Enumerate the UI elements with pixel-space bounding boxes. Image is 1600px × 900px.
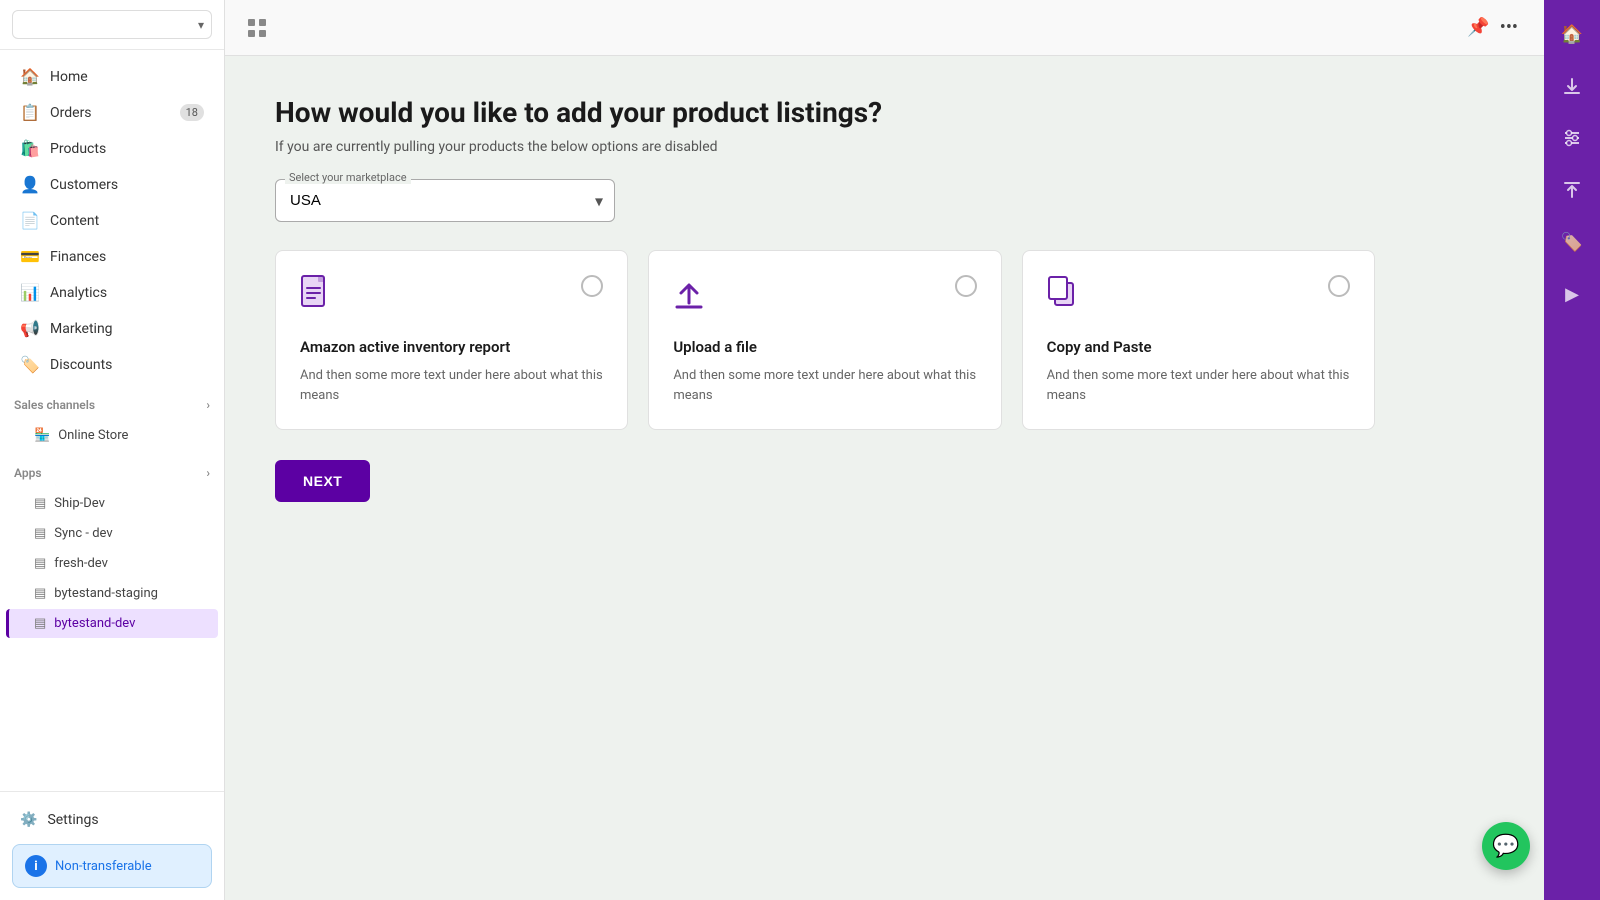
right-upload-icon[interactable] — [1550, 168, 1594, 212]
discounts-icon: 🏷️ — [20, 355, 40, 374]
nav-label-content: Content — [50, 213, 99, 229]
option-desc-upload-file: And then some more text under here about… — [673, 366, 976, 405]
right-play-icon[interactable]: ▶ — [1550, 272, 1594, 316]
right-tag-icon[interactable]: 🏷️ — [1550, 220, 1594, 264]
option-title-copy-paste: Copy and Paste — [1047, 338, 1350, 356]
radio-amazon-report[interactable] — [581, 275, 603, 297]
content-icon: 📄 — [20, 211, 40, 230]
nav-label-orders: Orders — [50, 105, 92, 121]
option-card-copy-paste[interactable]: Copy and Paste And then some more text u… — [1022, 250, 1375, 430]
app-icon-bytestand-dev: ▤ — [34, 616, 46, 631]
option-title-amazon-report: Amazon active inventory report — [300, 338, 603, 356]
sidebar-nav: 🏠 Home 📋 Orders 18 🛍️ Products 👤 Custome… — [0, 50, 224, 791]
nav-label-products: Products — [50, 141, 106, 157]
page-title: How would you like to add your product l… — [275, 96, 1494, 129]
sidebar-item-analytics[interactable]: 📊 Analytics — [6, 275, 218, 310]
sidebar-item-customers[interactable]: 👤 Customers — [6, 167, 218, 202]
app-icon-fresh-dev: ▤ — [34, 556, 46, 571]
more-button[interactable]: ••• — [1500, 17, 1518, 38]
app-item-bytestand-staging[interactable]: ▤ bytestand-staging — [6, 579, 218, 608]
option-icon-amazon-report — [300, 275, 332, 318]
main-area: 📌 ••• How would you like to add your pro… — [225, 0, 1544, 900]
right-sidebar: 🏠 🏷️ ▶ — [1544, 0, 1600, 900]
analytics-icon: 📊 — [20, 283, 40, 302]
page-subtitle: If you are currently pulling your produc… — [275, 139, 1494, 155]
nav-label-analytics: Analytics — [50, 285, 107, 301]
products-icon: 🛍️ — [20, 139, 40, 158]
options-grid: Amazon active inventory report And then … — [275, 250, 1375, 430]
option-desc-copy-paste: And then some more text under here about… — [1047, 366, 1350, 405]
finances-icon: 💳 — [20, 247, 40, 266]
sidebar-item-home[interactable]: 🏠 Home — [6, 59, 218, 94]
marketplace-label: Select your marketplace — [285, 171, 411, 184]
nav-label-marketing: Marketing — [50, 321, 113, 337]
top-bar-actions: 📌 ••• — [1467, 17, 1518, 38]
right-download-icon[interactable] — [1550, 64, 1594, 108]
orders-icon: 📋 — [20, 103, 40, 122]
sidebar-item-content[interactable]: 📄 Content — [6, 203, 218, 238]
home-icon: 🏠 — [20, 67, 40, 86]
sidebar-item-orders[interactable]: 📋 Orders 18 — [6, 95, 218, 130]
sidebar-item-products[interactable]: 🛍️ Products — [6, 131, 218, 166]
store-selector-container — [0, 0, 224, 50]
nav-label-finances: Finances — [50, 249, 106, 265]
nav-label-customers: Customers — [50, 177, 118, 193]
option-title-upload-file: Upload a file — [673, 338, 976, 356]
store-icon: 🏪 — [34, 428, 50, 443]
nav-label-home: Home — [50, 69, 88, 85]
option-desc-amazon-report: And then some more text under here about… — [300, 366, 603, 405]
apps-section-header[interactable]: Apps › — [0, 458, 224, 488]
option-card-upload-file[interactable]: Upload a file And then some more text un… — [648, 250, 1001, 430]
customers-icon: 👤 — [20, 175, 40, 194]
app-item-fresh-dev[interactable]: ▤ fresh-dev — [6, 549, 218, 578]
settings-icon: ⚙️ — [20, 812, 37, 828]
right-sliders-icon[interactable] — [1550, 116, 1594, 160]
app-icon-bytestand-staging: ▤ — [34, 586, 46, 601]
badge-orders: 18 — [180, 104, 204, 121]
option-icon-copy-paste — [1047, 275, 1079, 318]
app-label-bytestand-staging: bytestand-staging — [54, 586, 158, 601]
option-card-amazon-report[interactable]: Amazon active inventory report And then … — [275, 250, 628, 430]
chat-widget[interactable]: 💬 — [1482, 822, 1530, 870]
sidebar-item-marketing[interactable]: 📢 Marketing — [6, 311, 218, 346]
sidebar-footer: ⚙️ Settings i Non-transferable — [0, 791, 224, 900]
grid-icon[interactable] — [241, 12, 273, 44]
content-area: How would you like to add your product l… — [225, 56, 1544, 900]
app-label-bytestand-dev: bytestand-dev — [54, 616, 135, 631]
nav-label-discounts: Discounts — [50, 357, 112, 373]
marketplace-select[interactable]: USAUKCanadaGermanyFranceJapan — [275, 179, 615, 222]
radio-upload-file[interactable] — [955, 275, 977, 297]
app-icon-ship-dev: ▤ — [34, 496, 46, 511]
sidebar-item-finances[interactable]: 💳 Finances — [6, 239, 218, 274]
app-item-sync-dev[interactable]: ▤ Sync - dev — [6, 519, 218, 548]
next-button[interactable]: NEXT — [275, 460, 370, 502]
online-store-nav-item[interactable]: 🏪 Online Store — [6, 421, 218, 450]
app-label-fresh-dev: fresh-dev — [54, 556, 108, 571]
sidebar-item-discounts[interactable]: 🏷️ Discounts — [6, 347, 218, 382]
app-label-sync-dev: Sync - dev — [54, 526, 112, 541]
non-transferable-badge: i Non-transferable — [12, 844, 212, 888]
app-icon-sync-dev: ▤ — [34, 526, 46, 541]
info-icon: i — [25, 855, 47, 877]
sales-channels-header[interactable]: Sales channels › — [0, 390, 224, 420]
radio-copy-paste[interactable] — [1328, 275, 1350, 297]
settings-nav-item[interactable]: ⚙️ Settings — [12, 804, 212, 836]
store-selector[interactable] — [12, 10, 212, 39]
top-bar: 📌 ••• — [225, 0, 1544, 56]
marketplace-selector-container: Select your marketplace USAUKCanadaGerma… — [275, 179, 615, 222]
option-icon-upload-file — [673, 275, 705, 318]
app-item-ship-dev[interactable]: ▤ Ship-Dev — [6, 489, 218, 518]
right-home-icon[interactable]: 🏠 — [1550, 12, 1594, 56]
app-label-ship-dev: Ship-Dev — [54, 496, 105, 511]
app-item-bytestand-dev[interactable]: ▤ bytestand-dev — [6, 609, 218, 638]
pin-button[interactable]: 📌 — [1467, 17, 1489, 38]
left-sidebar: 🏠 Home 📋 Orders 18 🛍️ Products 👤 Custome… — [0, 0, 225, 900]
marketing-icon: 📢 — [20, 319, 40, 338]
